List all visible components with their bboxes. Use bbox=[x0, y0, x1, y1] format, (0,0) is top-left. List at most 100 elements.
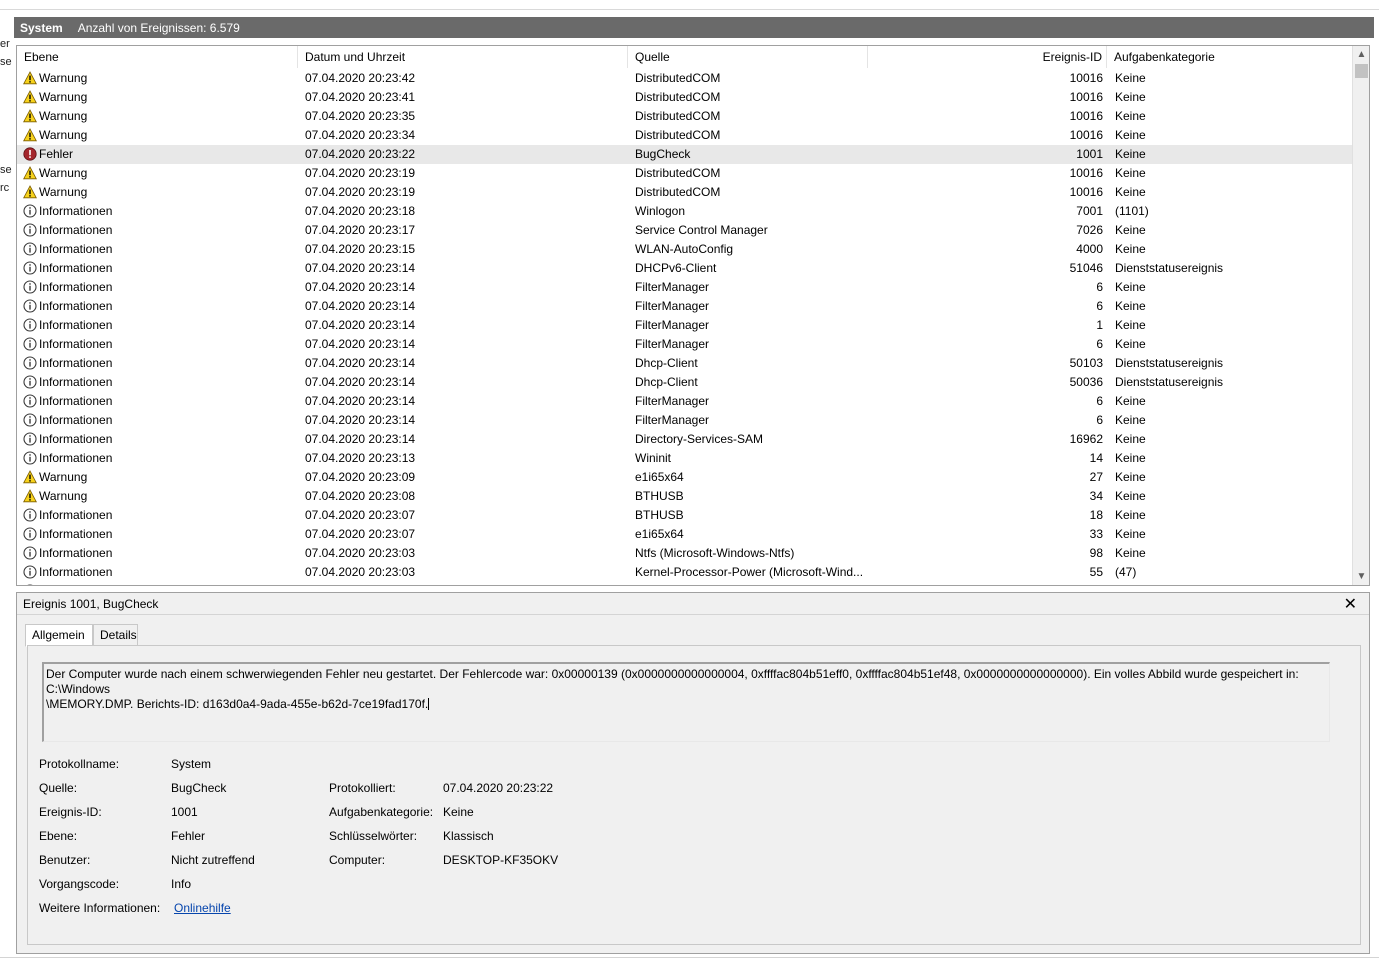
vertical-scrollbar[interactable]: ▲ ▼ bbox=[1352, 46, 1369, 585]
cell-ebene: Warnung bbox=[23, 468, 298, 487]
scrollbar-thumb[interactable] bbox=[1355, 64, 1368, 78]
cell-aufgabenkategorie: Dienststatusereignis bbox=[1115, 356, 1224, 370]
cell-ereignis-id: 10016 bbox=[1069, 90, 1103, 104]
info-icon bbox=[23, 508, 37, 522]
event-row[interactable]: Informationen bbox=[17, 582, 1352, 585]
cell-ereignis-id: 34 bbox=[1089, 489, 1103, 503]
cell-aufgabenkategorie: (47) bbox=[1115, 565, 1137, 579]
event-row[interactable]: Informationen 07.04.2020 20:23:07 e1i65x64… bbox=[17, 525, 1352, 544]
cell-datum: 07.04.2020 20:23:18 bbox=[305, 204, 416, 218]
event-row[interactable]: Warnung 07.04.2020 20:23:19 DistributedCOM… bbox=[17, 183, 1352, 202]
scroll-down-icon[interactable]: ▼ bbox=[1353, 568, 1369, 585]
cell-quelle: BTHUSB bbox=[635, 489, 684, 503]
event-row[interactable]: Warnung 07.04.2020 20:23:08 BTHUSB 34 Keine bbox=[17, 487, 1352, 506]
tab-allgemein[interactable]: Allgemein bbox=[25, 624, 93, 647]
prop-label-weitere-informationen: Weitere Informationen: bbox=[39, 901, 161, 915]
level-text: Informationen bbox=[39, 584, 112, 585]
column-header-aufgabenkategorie[interactable]: Aufgabenkategorie bbox=[1107, 46, 1352, 68]
event-row[interactable]: Informationen 07.04.2020 20:23:14 FilterMa… bbox=[17, 335, 1352, 354]
event-row[interactable]: Fehler 07.04.2020 20:23:22 BugCheck 1001 Kei… bbox=[17, 145, 1352, 164]
info-icon bbox=[23, 394, 37, 408]
cell-aufgabenkategorie: Keine bbox=[1115, 71, 1146, 85]
event-row[interactable]: Informationen 07.04.2020 20:23:14 FilterMa… bbox=[17, 392, 1352, 411]
cell-datum: 07.04.2020 20:23:14 bbox=[305, 280, 416, 294]
cell-aufgabenkategorie: Keine bbox=[1115, 109, 1146, 123]
cell-aufgabenkategorie: Keine bbox=[1115, 90, 1146, 104]
event-description[interactable]: Der Computer wurde nach einem schwerwieg… bbox=[42, 662, 1330, 742]
column-header-datum[interactable]: Datum und Uhrzeit bbox=[298, 46, 628, 68]
event-row[interactable]: Informationen 07.04.2020 20:23:17 Service … bbox=[17, 221, 1352, 240]
scroll-up-icon[interactable]: ▲ bbox=[1353, 46, 1369, 63]
event-row[interactable]: Informationen 07.04.2020 20:23:14 Dhcp-Cli… bbox=[17, 373, 1352, 392]
event-row[interactable]: Informationen 07.04.2020 20:23:07 BTHUSB 18… bbox=[17, 506, 1352, 525]
cell-datum: 07.04.2020 20:23:14 bbox=[305, 432, 416, 446]
cell-datum: 07.04.2020 20:23:14 bbox=[305, 356, 416, 370]
level-text: Fehler bbox=[39, 147, 74, 161]
top-strip bbox=[0, 0, 1379, 10]
event-row[interactable]: Warnung 07.04.2020 20:23:35 DistributedCOM… bbox=[17, 107, 1352, 126]
cell-ebene: Warnung bbox=[23, 164, 298, 183]
column-header-ereignis-id[interactable]: Ereignis-ID bbox=[868, 46, 1107, 68]
cell-quelle: FilterManager bbox=[635, 280, 710, 294]
event-row[interactable]: Informationen 07.04.2020 20:23:14 FilterMa… bbox=[17, 411, 1352, 430]
event-row[interactable]: Informationen 07.04.2020 20:23:03 Kernel-P… bbox=[17, 563, 1352, 582]
warning-icon bbox=[23, 71, 37, 85]
event-row[interactable]: Informationen 07.04.2020 20:23:14 Dhcp-Cli… bbox=[17, 354, 1352, 373]
cell-quelle: DistributedCOM bbox=[635, 166, 721, 180]
event-row[interactable]: Warnung 07.04.2020 20:23:34 DistributedCOM… bbox=[17, 126, 1352, 145]
cell-datum: 07.04.2020 20:23:14 bbox=[305, 261, 416, 275]
warning-icon bbox=[23, 185, 37, 199]
cell-ebene: Informationen bbox=[23, 373, 298, 392]
cell-quelle: Directory-Services-SAM bbox=[635, 432, 764, 446]
event-row[interactable]: Warnung 07.04.2020 20:23:41 DistributedCOM… bbox=[17, 88, 1352, 107]
cell-ereignis-id: 6 bbox=[1096, 413, 1103, 427]
info-icon bbox=[23, 356, 37, 370]
event-row[interactable]: Informationen 07.04.2020 20:23:15 WLAN-Aut… bbox=[17, 240, 1352, 259]
cell-ereignis-id bbox=[869, 582, 1103, 585]
event-row[interactable]: Warnung 07.04.2020 20:23:09 e1i65x64 27 Kein… bbox=[17, 468, 1352, 487]
event-row[interactable]: Warnung 07.04.2020 20:23:19 DistributedCOM… bbox=[17, 164, 1352, 183]
info-icon bbox=[23, 318, 37, 332]
cell-datum: 07.04.2020 20:23:14 bbox=[305, 394, 416, 408]
cell-aufgabenkategorie: Keine bbox=[1115, 337, 1146, 351]
event-row[interactable]: Informationen 07.04.2020 20:23:14 Director… bbox=[17, 430, 1352, 449]
cell-datum: 07.04.2020 20:23:03 bbox=[305, 546, 416, 560]
level-text: Informationen bbox=[39, 261, 113, 275]
cell-quelle: Kernel-Processor-Power (Microsoft-Wind..… bbox=[635, 565, 864, 579]
event-row[interactable]: Informationen 07.04.2020 20:23:03 Ntfs (Mi… bbox=[17, 544, 1352, 563]
cell-datum: 07.04.2020 20:23:17 bbox=[305, 223, 416, 237]
event-row[interactable]: Informationen 07.04.2020 20:23:14 FilterMa… bbox=[17, 316, 1352, 335]
event-row[interactable]: Informationen 07.04.2020 20:23:14 FilterMa… bbox=[17, 278, 1352, 297]
cell-datum: 07.04.2020 20:23:13 bbox=[305, 451, 416, 465]
event-row[interactable]: Informationen 07.04.2020 20:23:14 FilterMa… bbox=[17, 297, 1352, 316]
onlinehilfe-link[interactable]: Onlinehilfe bbox=[174, 901, 231, 915]
cell-ebene: Fehler bbox=[23, 145, 298, 164]
column-header-ebene[interactable]: Ebene bbox=[17, 46, 298, 68]
error-icon bbox=[23, 147, 37, 161]
prop-label-benutzer: Benutzer: bbox=[39, 853, 91, 867]
level-text: Warnung bbox=[39, 185, 88, 199]
prop-value-quelle: BugCheck bbox=[171, 781, 227, 795]
level-text: Warnung bbox=[39, 470, 88, 484]
cell-datum: 07.04.2020 20:23:03 bbox=[305, 565, 416, 579]
event-list[interactable]: Ebene Datum und Uhrzeit Quelle Ereignis-… bbox=[16, 45, 1370, 586]
cell-ebene: Informationen bbox=[23, 259, 298, 278]
cell-ereignis-id: 27 bbox=[1089, 470, 1103, 484]
info-icon bbox=[23, 565, 37, 579]
cell-quelle: FilterManager bbox=[635, 318, 710, 332]
column-header-quelle[interactable]: Quelle bbox=[628, 46, 868, 68]
cell-ebene: Informationen bbox=[23, 449, 298, 468]
cell-datum: 07.04.2020 20:23:35 bbox=[305, 109, 416, 123]
event-row[interactable]: Informationen 07.04.2020 20:23:14 DHCPv6-C… bbox=[17, 259, 1352, 278]
cell-quelle: e1i65x64 bbox=[635, 527, 684, 541]
close-icon[interactable]: ✕ bbox=[1344, 594, 1357, 614]
event-row[interactable]: Informationen 07.04.2020 20:23:13 Wininit 1… bbox=[17, 449, 1352, 468]
event-detail-pane: Ereignis 1001, BugCheck ✕ Allgemein Deta… bbox=[16, 592, 1370, 954]
event-row[interactable]: Warnung 07.04.2020 20:23:42 DistributedCOM… bbox=[17, 69, 1352, 88]
event-row[interactable]: Informationen 07.04.2020 20:23:18 Winlogon… bbox=[17, 202, 1352, 221]
cell-ebene: Warnung bbox=[23, 107, 298, 126]
cell-datum: 07.04.2020 20:23:07 bbox=[305, 508, 416, 522]
tab-details[interactable]: Details bbox=[93, 624, 138, 646]
cell-quelle bbox=[635, 582, 867, 585]
cell-datum: 07.04.2020 20:23:08 bbox=[305, 489, 416, 503]
